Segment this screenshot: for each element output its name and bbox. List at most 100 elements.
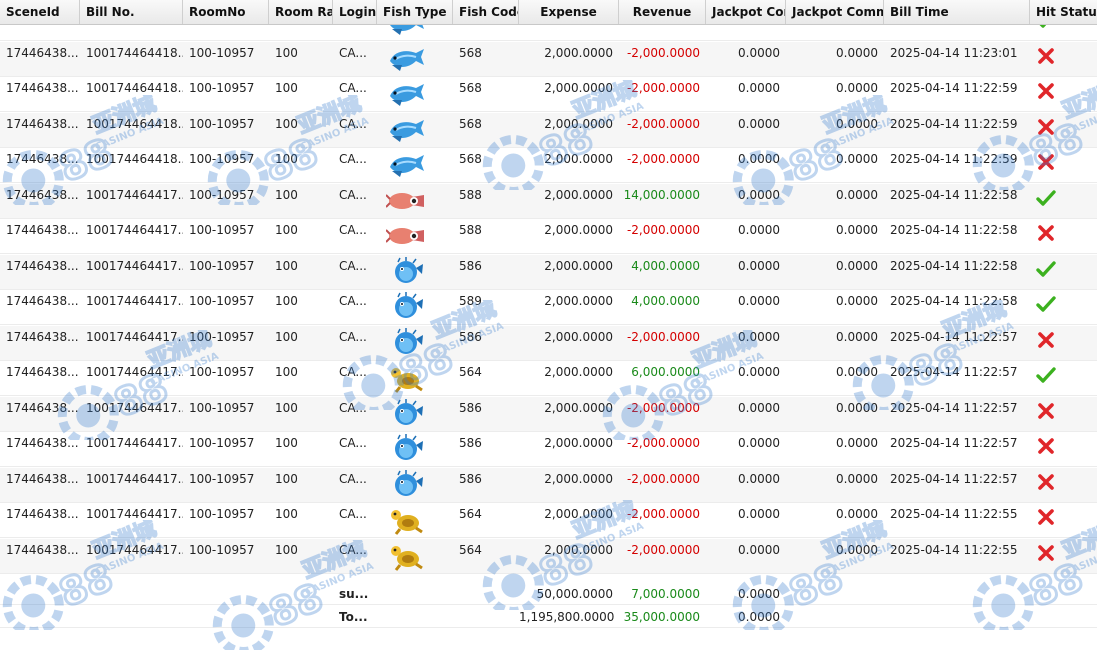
cell-jackpot-con: 0.0000 bbox=[738, 45, 780, 60]
cell-login: CA... bbox=[339, 187, 367, 202]
cell-room-no: 100-10957 bbox=[189, 294, 255, 308]
cell-bill-time: 2025-04-14 11:22:57 bbox=[890, 329, 1018, 344]
cell-bill-time: 2025-04-14 11:22:58 bbox=[890, 294, 1018, 308]
cross-icon bbox=[1036, 117, 1056, 137]
cell-revenue: -2,000.0000 bbox=[626, 116, 700, 131]
cell-jackpot-con: 0.0000 bbox=[738, 436, 780, 450]
cell-jackpot-con: 0.0000 bbox=[738, 507, 780, 521]
cell-room-rate: 100 bbox=[275, 507, 298, 521]
table-row[interactable]: 17446438... 100174464417... 100-10957 100 CA… bbox=[0, 538, 1097, 574]
cell-jackpot-comm: 0.0000 bbox=[836, 258, 878, 273]
cell-login: CA... bbox=[339, 507, 367, 521]
cell-room-rate: 100 bbox=[275, 223, 298, 237]
cross-icon bbox=[1036, 223, 1056, 243]
cell-jackpot-con: 0.0000 bbox=[738, 258, 780, 273]
cell-room-rate: 100 bbox=[275, 400, 298, 415]
cell-fish-code: 586 bbox=[459, 258, 482, 273]
table-row[interactable]: 17446438... 100174464418... 100-10957 100 CA… bbox=[0, 77, 1097, 112]
cell-revenue: -2,000.0000 bbox=[626, 329, 700, 344]
cell-room-no: 100-10957 bbox=[189, 329, 255, 344]
cell-expense: 2,000.0000 bbox=[544, 542, 613, 557]
summary-expense: 1,195,800.0000 bbox=[519, 610, 615, 624]
cell-revenue: -2,000.0000 bbox=[626, 223, 700, 237]
col-header-jackpot-con[interactable]: Jackpot Con bbox=[706, 0, 786, 24]
table-row[interactable]: 17446438... 100174464418... 100-10957 100 CA… bbox=[0, 41, 1097, 77]
check-icon bbox=[1036, 365, 1056, 385]
cell-scene-id: 17446438... bbox=[6, 81, 79, 95]
col-header-room-rate[interactable]: Room Rat bbox=[269, 0, 333, 24]
cell-expense: 2,000.0000 bbox=[544, 45, 613, 60]
cell-room-rate: 100 bbox=[275, 294, 298, 308]
cell-revenue: -2,000.0000 bbox=[626, 471, 700, 486]
cell-login: CA... bbox=[339, 471, 367, 486]
cell-login: CA... bbox=[339, 116, 367, 131]
cell-login: CA... bbox=[339, 258, 367, 273]
cell-scene-id: 17446438... bbox=[6, 329, 79, 344]
col-header-fish-code[interactable]: Fish Code bbox=[453, 0, 519, 24]
cell-room-no: 100-10957 bbox=[189, 81, 255, 95]
cell-fish-code: 568 bbox=[459, 116, 482, 131]
cell-jackpot-con: 0.0000 bbox=[738, 81, 780, 95]
table-row[interactable]: 17446438... 100174464417... 100-10957 100 CA… bbox=[0, 503, 1097, 538]
cell-jackpot-con: 0.0000 bbox=[738, 116, 780, 131]
cell-bill-no: 100174464417... bbox=[86, 436, 183, 450]
table-row[interactable]: 17446438... 100174464417... 100-10957 100 CA… bbox=[0, 254, 1097, 290]
col-header-expense[interactable]: Expense bbox=[519, 0, 619, 24]
table-row[interactable]: 17446438... 100174464418... 100-10957 100 CA… bbox=[0, 148, 1097, 183]
cell-fish-code: 564 bbox=[459, 365, 482, 379]
table-row[interactable]: 17446438... 100174464417... 100-10957 100 CA… bbox=[0, 183, 1097, 219]
puffer-icon bbox=[386, 327, 426, 359]
puffer-icon bbox=[386, 256, 426, 288]
cross-icon bbox=[1036, 401, 1056, 421]
cell-jackpot-comm: 0.0000 bbox=[836, 400, 878, 415]
cell-login: CA... bbox=[339, 542, 367, 557]
grid-header: SceneId Bill No. RoomNo Room Rat Login F… bbox=[0, 0, 1097, 25]
cell-bill-no: 100174464417... bbox=[86, 223, 183, 237]
cell-fish-code: 568 bbox=[459, 152, 482, 166]
blue-fish-icon bbox=[386, 149, 426, 181]
col-header-jackpot-comm[interactable]: Jackpot Comm bbox=[786, 0, 884, 24]
cell-bill-no: 100174464418... bbox=[86, 152, 183, 166]
cell-room-rate: 100 bbox=[275, 187, 298, 202]
cell-room-no: 100-10957 bbox=[189, 542, 255, 557]
table-row[interactable]: 17446438... 100174464418... 100-10957 100 CA… bbox=[0, 112, 1097, 148]
cell-revenue: -2,000.0000 bbox=[626, 542, 700, 557]
cell-bill-time: 2025-04-14 11:22:57 bbox=[890, 400, 1018, 415]
cell-revenue: -2,000.0000 bbox=[626, 436, 700, 450]
cell-fish-code: 586 bbox=[459, 471, 482, 486]
cell-room-rate: 100 bbox=[275, 436, 298, 450]
cell-jackpot-con: 0.0000 bbox=[738, 329, 780, 344]
table-row[interactable]: 17446438... 100174464417... 100-10957 100 CA… bbox=[0, 467, 1097, 503]
table-row[interactable]: 17446438... 100174464417... 100-10957 100 CA… bbox=[0, 361, 1097, 396]
squid-icon bbox=[385, 185, 426, 217]
cross-icon bbox=[1036, 436, 1056, 456]
cell-bill-no: 100174464417... bbox=[86, 329, 183, 344]
col-header-bill-time[interactable]: Bill Time bbox=[884, 0, 1030, 24]
cell-fish-code: 568 bbox=[459, 81, 482, 95]
cell-jackpot-comm: 0.0000 bbox=[836, 329, 878, 344]
table-row[interactable]: 17446438... 100174464417... 100-10957 100 CA… bbox=[0, 290, 1097, 325]
col-header-login[interactable]: Login bbox=[333, 0, 377, 24]
cell-scene-id: 17446438... bbox=[6, 45, 79, 60]
cell-expense: 2,000.0000 bbox=[544, 400, 613, 415]
cell-login: CA... bbox=[339, 329, 367, 344]
table-row[interactable]: 17446438... 100174464417... 100-10957 100 CA… bbox=[0, 219, 1097, 254]
cell-revenue: 14,000.0000 bbox=[623, 187, 700, 202]
cell-room-no: 100-10957 bbox=[189, 365, 255, 379]
col-header-room-no[interactable]: RoomNo bbox=[183, 0, 269, 24]
table-row[interactable]: 17446438... 100174464417... 100-10957 100 CA… bbox=[0, 325, 1097, 361]
cell-room-rate: 100 bbox=[275, 258, 298, 273]
cross-icon bbox=[1036, 472, 1056, 492]
cell-room-rate: 100 bbox=[275, 152, 298, 166]
col-header-bill-no[interactable]: Bill No. bbox=[80, 0, 183, 24]
col-header-hit-status[interactable]: Hit Status bbox=[1030, 0, 1097, 24]
col-header-revenue[interactable]: Revenue bbox=[619, 0, 706, 24]
col-header-fish-type[interactable]: Fish Type bbox=[377, 0, 453, 24]
cell-jackpot-comm: 0.0000 bbox=[836, 45, 878, 60]
cell-jackpot-comm: 0.0000 bbox=[836, 436, 878, 450]
table-row[interactable]: 17446438... 100174464417... 100-10957 100 CA… bbox=[0, 396, 1097, 432]
col-header-scene-id[interactable]: SceneId bbox=[0, 0, 80, 24]
table-row[interactable]: 17446438... 100174464417... 100-10957 100 CA… bbox=[0, 432, 1097, 467]
cell-bill-no: 100174464417... bbox=[86, 471, 183, 486]
cell-scene-id: 17446438... bbox=[6, 294, 79, 308]
